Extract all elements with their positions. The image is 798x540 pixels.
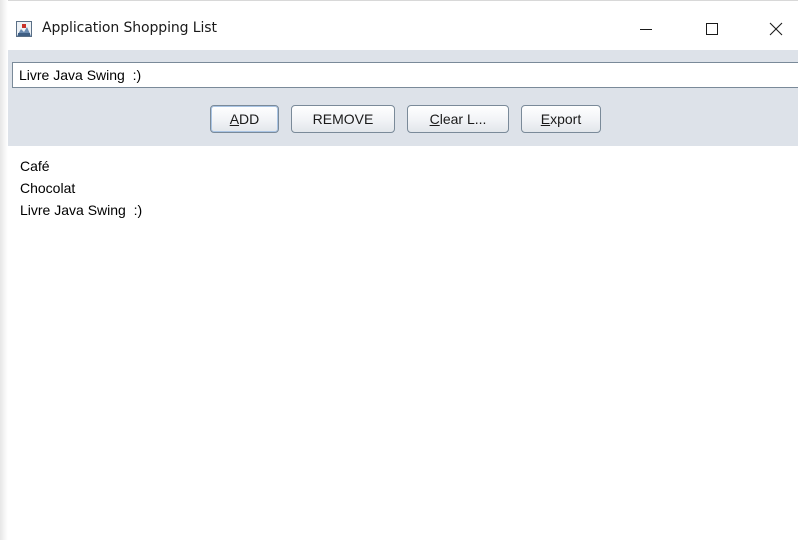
- window-title: Application Shopping List: [42, 20, 217, 36]
- minimize-icon: [640, 29, 652, 30]
- shopping-list[interactable]: Café Chocolat Livre Java Swing :): [8, 146, 798, 221]
- item-text-field[interactable]: [12, 62, 798, 88]
- clear-list-button[interactable]: Clear L...: [407, 105, 509, 133]
- window-left-edge: [0, 0, 8, 540]
- maximize-icon: [706, 23, 718, 35]
- clear-button-mnemonic: C: [429, 111, 440, 127]
- close-icon: [769, 22, 783, 36]
- remove-button-label: REMOVE: [312, 111, 374, 127]
- list-item[interactable]: Café: [20, 155, 798, 177]
- application-window: Application Shopping List ADD REMOVE: [0, 0, 798, 540]
- close-button[interactable]: [760, 14, 792, 44]
- button-panel: A DD REMOVE Clear L... Export: [8, 98, 798, 146]
- export-button[interactable]: Export: [521, 105, 601, 133]
- export-button-label: xport: [550, 111, 582, 127]
- remove-button[interactable]: REMOVE: [291, 105, 395, 133]
- add-button-mnemonic: A: [229, 111, 240, 127]
- input-panel: [8, 50, 798, 98]
- minimize-button[interactable]: [630, 14, 662, 44]
- shopping-list-panel[interactable]: Café Chocolat Livre Java Swing :): [8, 146, 798, 540]
- export-button-mnemonic: E: [540, 111, 551, 127]
- title-bar[interactable]: Application Shopping List: [8, 0, 798, 50]
- clear-button-label: lear L...: [439, 111, 487, 127]
- maximize-button[interactable]: [696, 14, 728, 44]
- add-button-label: DD: [239, 111, 260, 127]
- list-item[interactable]: Chocolat: [20, 177, 798, 199]
- java-app-icon: [16, 21, 32, 37]
- list-item[interactable]: Livre Java Swing :): [20, 199, 798, 221]
- add-button[interactable]: A DD: [210, 105, 279, 133]
